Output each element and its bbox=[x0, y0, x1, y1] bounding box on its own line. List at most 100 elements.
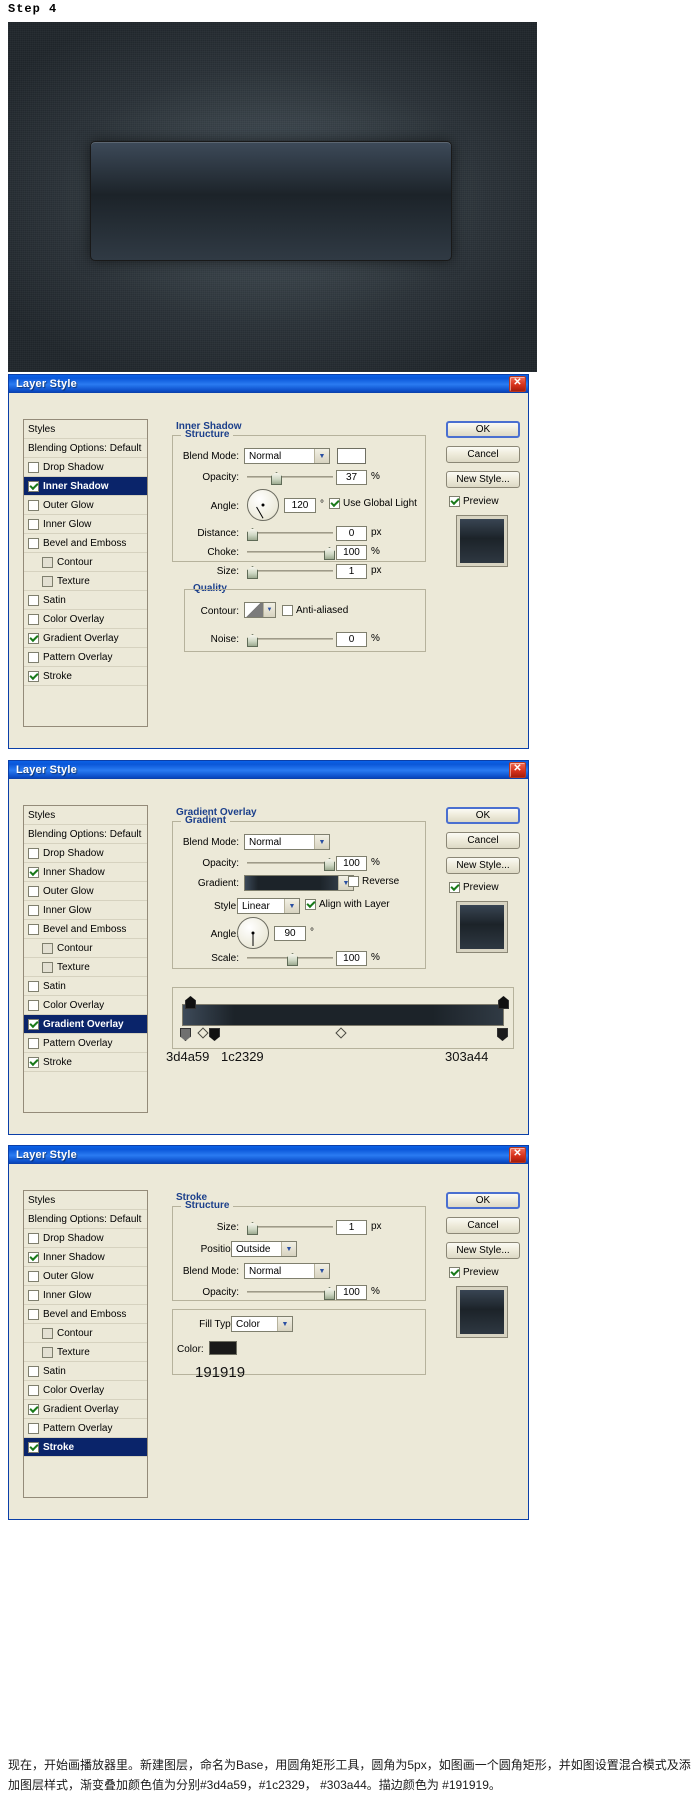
sidebar-item-bevel-and-emboss[interactable]: Bevel and Emboss bbox=[24, 920, 147, 939]
chevron-down-icon[interactable]: ▼ bbox=[277, 1317, 292, 1331]
outer-glow-checkbox[interactable] bbox=[28, 1270, 39, 1282]
inner-glow-checkbox[interactable] bbox=[28, 904, 39, 916]
scale-slider-knob[interactable] bbox=[287, 953, 298, 966]
outer-glow-checkbox[interactable] bbox=[28, 885, 39, 897]
sidebar-item-blending-options[interactable]: Blending Options: Default bbox=[24, 1210, 147, 1229]
sidebar-item-drop-shadow[interactable]: Drop Shadow bbox=[24, 844, 147, 863]
opacity-slider[interactable] bbox=[247, 471, 333, 485]
chevron-down-icon[interactable]: ▼ bbox=[263, 603, 275, 617]
sidebar-item-stroke[interactable]: Stroke bbox=[24, 1438, 147, 1457]
inner-glow-checkbox[interactable] bbox=[28, 518, 39, 530]
drop-shadow-checkbox[interactable] bbox=[28, 1232, 39, 1244]
sidebar-item-satin[interactable]: Satin bbox=[24, 977, 147, 996]
sidebar-item-inner-glow[interactable]: Inner Glow bbox=[24, 901, 147, 920]
stroke-size-slider-knob[interactable] bbox=[247, 1222, 258, 1235]
sidebar-item-gradient-overlay[interactable]: Gradient Overlay bbox=[24, 1015, 147, 1034]
reverse-checkbox[interactable] bbox=[348, 876, 359, 887]
pattern-overlay-checkbox[interactable] bbox=[28, 1422, 39, 1434]
texture-checkbox[interactable] bbox=[42, 575, 53, 587]
sidebar-item-stroke[interactable]: Stroke bbox=[24, 1053, 147, 1072]
close-icon[interactable]: ✕ bbox=[509, 762, 526, 778]
preview-toggle[interactable]: Preview bbox=[449, 496, 499, 507]
angle-input[interactable]: 90 bbox=[274, 926, 306, 941]
cancel-button[interactable]: Cancel bbox=[446, 1217, 520, 1234]
inner-shadow-color-swatch[interactable] bbox=[337, 448, 366, 464]
anti-aliased-toggle[interactable]: Anti-aliased bbox=[282, 605, 348, 616]
color-overlay-checkbox[interactable] bbox=[28, 999, 39, 1011]
reverse-toggle[interactable]: Reverse bbox=[348, 876, 399, 887]
texture-checkbox[interactable] bbox=[42, 1346, 53, 1358]
stroke-checkbox[interactable] bbox=[28, 1056, 39, 1068]
gradient-style-select[interactable]: Linear ▼ bbox=[237, 898, 300, 914]
sidebar-item-outer-glow[interactable]: Outer Glow bbox=[24, 1267, 147, 1286]
ok-button[interactable]: OK bbox=[446, 1192, 520, 1209]
cancel-button[interactable]: Cancel bbox=[446, 832, 520, 849]
satin-checkbox[interactable] bbox=[28, 1365, 39, 1377]
distance-input[interactable]: 0 bbox=[336, 526, 367, 541]
size-slider-knob[interactable] bbox=[247, 566, 258, 579]
new-style-button[interactable]: New Style... bbox=[446, 1242, 520, 1259]
sidebar-item-inner-glow[interactable]: Inner Glow bbox=[24, 515, 147, 534]
angle-input[interactable]: 120 bbox=[284, 498, 316, 513]
cancel-button[interactable]: Cancel bbox=[446, 446, 520, 463]
drop-shadow-checkbox[interactable] bbox=[28, 847, 39, 859]
bevel-emboss-checkbox[interactable] bbox=[28, 537, 39, 549]
opacity-input[interactable]: 100 bbox=[336, 1285, 367, 1300]
sidebar-item-bevel-and-emboss[interactable]: Bevel and Emboss bbox=[24, 1305, 147, 1324]
use-global-light-toggle[interactable]: Use Global Light bbox=[329, 498, 417, 509]
sidebar-item-pattern-overlay[interactable]: Pattern Overlay bbox=[24, 1419, 147, 1438]
sidebar-item-color-overlay[interactable]: Color Overlay bbox=[24, 1381, 147, 1400]
sidebar-item-satin[interactable]: Satin bbox=[24, 591, 147, 610]
fill-type-select[interactable]: Color ▼ bbox=[231, 1316, 293, 1332]
blend-mode-select[interactable]: Normal ▼ bbox=[244, 1263, 330, 1279]
sidebar-item-color-overlay[interactable]: Color Overlay bbox=[24, 610, 147, 629]
sidebar-item-blending-options[interactable]: Blending Options: Default bbox=[24, 825, 147, 844]
sidebar-item-gradient-overlay[interactable]: Gradient Overlay bbox=[24, 629, 147, 648]
satin-checkbox[interactable] bbox=[28, 594, 39, 606]
styles-list-header[interactable]: Styles bbox=[24, 1191, 147, 1210]
align-with-layer-toggle[interactable]: Align with Layer bbox=[305, 899, 390, 910]
distance-slider-knob[interactable] bbox=[247, 528, 258, 541]
sidebar-item-outer-glow[interactable]: Outer Glow bbox=[24, 496, 147, 515]
contour-checkbox[interactable] bbox=[42, 1327, 53, 1339]
outer-glow-checkbox[interactable] bbox=[28, 499, 39, 511]
choke-slider[interactable] bbox=[247, 546, 335, 560]
styles-list-header[interactable]: Styles bbox=[24, 806, 147, 825]
preview-toggle[interactable]: Preview bbox=[449, 1267, 499, 1278]
noise-slider[interactable] bbox=[247, 633, 333, 647]
opacity-input[interactable]: 100 bbox=[336, 856, 367, 871]
sidebar-item-outer-glow[interactable]: Outer Glow bbox=[24, 882, 147, 901]
use-global-light-checkbox[interactable] bbox=[329, 498, 340, 509]
opacity-slider[interactable] bbox=[247, 857, 335, 871]
new-style-button[interactable]: New Style... bbox=[446, 857, 520, 874]
sidebar-item-contour[interactable]: Contour bbox=[24, 1324, 147, 1343]
gradient-overlay-checkbox[interactable] bbox=[28, 1403, 39, 1415]
stroke-size-slider[interactable] bbox=[247, 1221, 333, 1235]
opacity-slider-knob[interactable] bbox=[271, 472, 282, 485]
noise-input[interactable]: 0 bbox=[336, 632, 367, 647]
align-with-layer-checkbox[interactable] bbox=[305, 899, 316, 910]
chevron-down-icon[interactable]: ▼ bbox=[314, 449, 329, 463]
chevron-down-icon[interactable]: ▼ bbox=[314, 1264, 329, 1278]
styles-list-header[interactable]: Styles bbox=[24, 420, 147, 439]
preview-checkbox[interactable] bbox=[449, 496, 460, 507]
contour-checkbox[interactable] bbox=[42, 942, 53, 954]
sidebar-item-texture[interactable]: Texture bbox=[24, 1343, 147, 1362]
sidebar-item-inner-shadow[interactable]: Inner Shadow bbox=[24, 477, 147, 496]
bevel-emboss-checkbox[interactable] bbox=[28, 923, 39, 935]
chevron-down-icon[interactable]: ▼ bbox=[281, 1242, 296, 1256]
sidebar-item-drop-shadow[interactable]: Drop Shadow bbox=[24, 458, 147, 477]
opacity-input[interactable]: 37 bbox=[336, 470, 367, 485]
stroke-checkbox[interactable] bbox=[28, 670, 39, 682]
contour-preset-picker[interactable]: ▼ bbox=[244, 602, 276, 618]
size-input[interactable]: 1 bbox=[336, 564, 367, 579]
sidebar-item-drop-shadow[interactable]: Drop Shadow bbox=[24, 1229, 147, 1248]
choke-input[interactable]: 100 bbox=[336, 545, 367, 560]
blend-mode-select[interactable]: Normal ▼ bbox=[244, 448, 330, 464]
inner-shadow-checkbox[interactable] bbox=[28, 866, 39, 878]
gradient-editor-strip[interactable] bbox=[182, 1004, 504, 1026]
sidebar-item-color-overlay[interactable]: Color Overlay bbox=[24, 996, 147, 1015]
sidebar-item-gradient-overlay[interactable]: Gradient Overlay bbox=[24, 1400, 147, 1419]
ok-button[interactable]: OK bbox=[446, 807, 520, 824]
chevron-down-icon[interactable]: ▼ bbox=[284, 899, 299, 913]
